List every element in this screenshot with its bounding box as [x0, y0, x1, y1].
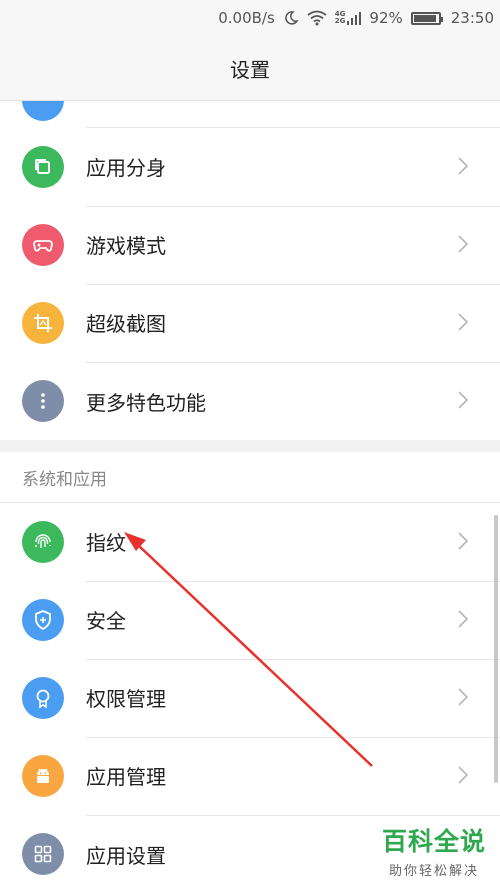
section-header: 系统和应用: [0, 452, 500, 503]
settings-item-label: 指纹: [86, 503, 500, 582]
list-item-partial[interactable]: [22, 101, 500, 128]
settings-item-label: 超级截图: [86, 284, 500, 363]
badge-icon: [22, 677, 64, 719]
section-divider: [0, 440, 500, 452]
chevron-right-icon: [458, 391, 468, 409]
scrollbar[interactable]: [494, 515, 498, 783]
settings-item-fingerprint[interactable]: 指纹: [0, 503, 500, 582]
partial-icon: [22, 101, 64, 121]
settings-item-label: 应用管理: [86, 737, 500, 816]
settings-item-label: 安全: [86, 581, 500, 660]
chevron-right-icon: [458, 157, 468, 175]
status-bar: 0.00B/s 4G 2G 92% 23:50: [0, 0, 500, 36]
chevron-right-icon: [458, 532, 468, 550]
more-dots-icon: [22, 380, 64, 422]
settings-item-label: 应用分身: [86, 128, 500, 207]
watermark-title: 百科全说: [381, 827, 486, 856]
settings-item-app-management[interactable]: 应用管理: [0, 737, 500, 816]
moon-icon: [283, 10, 299, 26]
settings-item-game-mode[interactable]: 游戏模式: [0, 206, 500, 285]
settings-item-label: 游戏模式: [86, 206, 500, 285]
chevron-right-icon: [458, 313, 468, 331]
settings-item-label: 更多特色功能: [86, 390, 206, 415]
network-speed: 0.00B/s: [218, 9, 275, 27]
wifi-icon: [307, 10, 327, 26]
battery-percent: 92%: [369, 9, 403, 27]
page-title: 设置: [0, 36, 500, 101]
chevron-right-icon: [458, 766, 468, 784]
crop-icon: [22, 302, 64, 344]
chevron-right-icon: [458, 688, 468, 706]
gamepad-icon: [22, 224, 64, 266]
battery-icon: [410, 11, 443, 25]
watermark-subtitle: 助你轻松解决: [388, 864, 479, 879]
network-type: 4G 2G: [334, 10, 346, 25]
grid-icon: [22, 833, 64, 875]
settings-item-permissions[interactable]: 权限管理: [0, 659, 500, 738]
settings-list[interactable]: 应用分身 游戏模式 超级截图 更多特色功能 系统和应用 指纹 安全 权限管理 应…: [0, 101, 500, 889]
settings-item-more-features[interactable]: 更多特色功能: [0, 362, 500, 440]
shield-icon: [22, 599, 64, 641]
settings-item-super-screenshot[interactable]: 超级截图: [0, 284, 500, 363]
settings-item-label: 权限管理: [86, 659, 500, 738]
chevron-right-icon: [458, 610, 468, 628]
watermark: 百科全说 助你轻松解决: [382, 822, 486, 879]
signal-icon: [347, 11, 362, 25]
clock: 23:50: [450, 9, 494, 27]
android-icon: [22, 755, 64, 797]
settings-item-security[interactable]: 安全: [0, 581, 500, 660]
fingerprint-icon: [22, 521, 64, 563]
copy-icon: [22, 146, 64, 188]
settings-item-app-clone[interactable]: 应用分身: [0, 128, 500, 207]
chevron-right-icon: [458, 235, 468, 253]
